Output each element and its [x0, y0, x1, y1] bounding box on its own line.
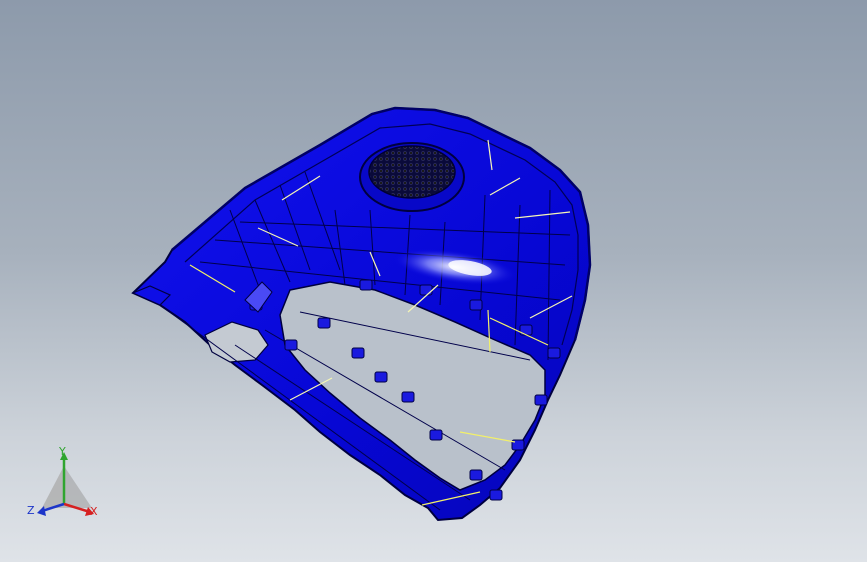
door-trim-panel-model[interactable] [0, 0, 867, 562]
graphics-viewport[interactable]: Y X Z [0, 0, 867, 562]
reference-triad: Y X Z [22, 446, 112, 526]
triad-graphic [37, 452, 94, 516]
z-axis-label: Z [27, 504, 35, 517]
speaker-housing [359, 142, 465, 212]
y-axis-label: Y [59, 445, 66, 458]
x-axis-label: X [90, 505, 98, 518]
